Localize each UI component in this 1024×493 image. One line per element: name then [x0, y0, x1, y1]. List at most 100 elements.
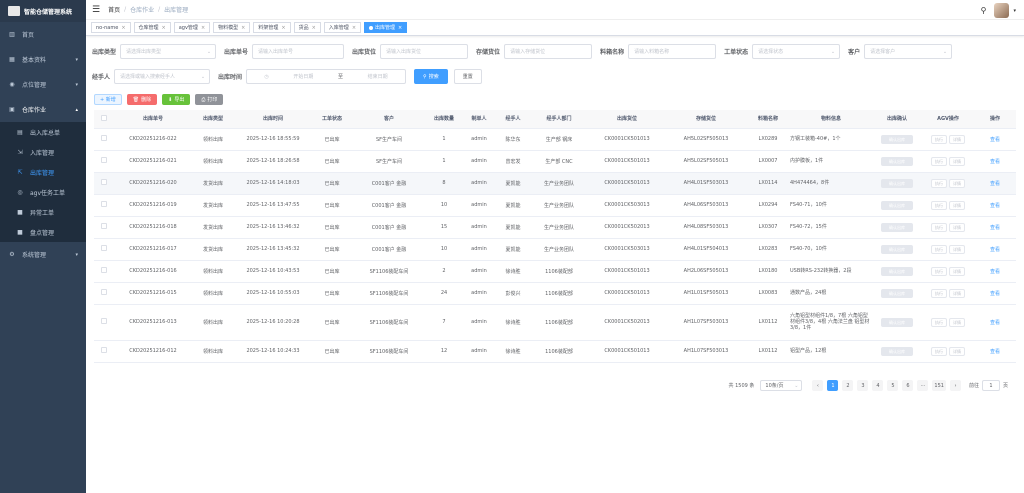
agv-exec-button[interactable]: 执行 — [931, 178, 947, 188]
table-row[interactable]: CKD20251216-016 领料出库 2025-12-16 10:43:53 已出… — [94, 260, 1016, 283]
confirm-out-button[interactable]: 确认出库 — [881, 317, 913, 327]
confirm-out-button[interactable]: 确认出库 — [881, 244, 913, 254]
tag-0[interactable]: no-name × — [91, 22, 131, 33]
row-checkbox[interactable] — [94, 172, 114, 195]
checkbox[interactable] — [101, 245, 107, 251]
header-checkbox[interactable] — [94, 110, 114, 129]
status-select[interactable]: 请选择状态 ⌄ — [752, 44, 841, 59]
row-checkbox[interactable] — [94, 282, 114, 305]
close-icon[interactable]: × — [281, 25, 285, 31]
view-link[interactable]: 查看 — [990, 291, 1000, 297]
customer-select[interactable]: 请选择客户 ⌄ — [864, 44, 953, 59]
page-button[interactable]: 5 — [887, 380, 899, 391]
table-row[interactable]: CKD20251216-022 领料出库 2025-12-16 18:55:59 已出… — [94, 128, 1016, 151]
close-icon[interactable]: × — [162, 25, 166, 31]
agv-detail-button[interactable]: 详情 — [949, 156, 965, 166]
checkbox[interactable] — [101, 347, 107, 353]
tag-5[interactable]: 货品 × — [293, 22, 321, 33]
view-link[interactable]: 查看 — [990, 137, 1000, 143]
tag-6[interactable]: 入库管理 × — [323, 22, 362, 33]
confirm-out-button[interactable]: 确认出库 — [881, 200, 913, 210]
table-row[interactable]: CKD20251216-021 领料出库 2025-12-16 18:26:58 已出… — [94, 150, 1016, 173]
page-size-select[interactable]: 10条/页 ⌄ — [760, 380, 803, 391]
sub-item-4[interactable]: ■ 异常工单 — [0, 202, 86, 222]
view-link[interactable]: 查看 — [990, 269, 1000, 275]
page-button[interactable]: 2 — [842, 380, 854, 391]
agv-exec-button[interactable]: 执行 — [931, 244, 947, 254]
confirm-out-button[interactable]: 确认出库 — [881, 346, 913, 356]
checkbox[interactable] — [101, 318, 107, 324]
confirm-out-button[interactable]: 确认出库 — [881, 156, 913, 166]
checkbox[interactable] — [101, 223, 107, 229]
checkbox[interactable] — [101, 267, 107, 273]
search-icon[interactable]: ⚲ — [981, 6, 987, 15]
sub-item-3[interactable]: ◎ agv任务工单 — [0, 182, 86, 202]
row-checkbox[interactable] — [94, 128, 114, 151]
page-button[interactable]: 1 — [827, 380, 839, 391]
view-link[interactable]: 查看 — [990, 349, 1000, 355]
handler-select[interactable]: 请选择或输入搜索经手人 ⌄ — [114, 69, 211, 84]
export-button[interactable]: ⬇ 导出 — [162, 94, 191, 105]
agv-exec-button[interactable]: 执行 — [931, 288, 947, 298]
page-button[interactable]: 6 — [902, 380, 914, 391]
agv-detail-button[interactable]: 详情 — [949, 288, 965, 298]
caret-down-icon[interactable]: ▾ — [1013, 8, 1016, 14]
search-button[interactable]: ⚲ 搜索 — [414, 69, 448, 84]
view-link[interactable]: 查看 — [990, 203, 1000, 209]
agv-detail-button[interactable]: 详情 — [949, 222, 965, 232]
reset-button[interactable]: 重置 — [453, 69, 482, 84]
table-row[interactable]: CKD20251216-017 发货出库 2025-12-16 13:45:32 已出… — [94, 238, 1016, 261]
page-button[interactable]: ··· — [917, 380, 929, 391]
menu-points[interactable]: ◉ 点位管理 ▾ — [0, 72, 86, 97]
confirm-out-button[interactable]: 确认出库 — [881, 288, 913, 298]
material-input[interactable]: 请输入料箱名称 — [628, 44, 717, 59]
menu-basic[interactable]: ▦ 基本资料 ▾ — [0, 47, 86, 72]
page-button[interactable]: 151 — [932, 380, 946, 391]
menu-sys[interactable]: ⚙ 系统管理 ▾ — [0, 242, 86, 267]
row-checkbox[interactable] — [94, 304, 114, 341]
view-link[interactable]: 查看 — [990, 159, 1000, 165]
close-icon[interactable]: × — [241, 25, 245, 31]
agv-exec-button[interactable]: 执行 — [931, 156, 947, 166]
agv-exec-button[interactable]: 执行 — [931, 222, 947, 232]
table-row[interactable]: CKD20251216-019 发货出库 2025-12-16 13:47:55 已出… — [94, 194, 1016, 217]
avatar[interactable] — [994, 3, 1010, 18]
page-button[interactable]: › — [949, 380, 961, 391]
table-row[interactable]: CKD20251216-013 领料出库 2025-12-16 10:20:28 已出… — [94, 304, 1016, 341]
page-button[interactable]: 4 — [872, 380, 884, 391]
out-no-input[interactable]: 请输入出库单号 — [252, 44, 345, 59]
view-link[interactable]: 查看 — [990, 225, 1000, 231]
agv-detail-button[interactable]: 详情 — [949, 244, 965, 254]
view-link[interactable]: 查看 — [990, 181, 1000, 187]
agv-exec-button[interactable]: 执行 — [931, 134, 947, 144]
table-row[interactable]: CKD20251216-020 发货出库 2025-12-16 14:18:03 已出… — [94, 172, 1016, 195]
out-type-select[interactable]: 请选择出库类型 ⌄ — [120, 44, 217, 59]
row-checkbox[interactable] — [94, 150, 114, 173]
goto-input[interactable]: 1 — [981, 380, 1000, 391]
row-checkbox[interactable] — [94, 194, 114, 217]
sub-item-5[interactable]: ■ 盘点管理 — [0, 222, 86, 242]
tag-4[interactable]: 料架管理 × — [253, 22, 291, 33]
agv-detail-button[interactable]: 详情 — [949, 266, 965, 276]
agv-detail-button[interactable]: 详情 — [949, 134, 965, 144]
sub-item-1[interactable]: ⇲ 入库管理 — [0, 142, 86, 162]
menu-home[interactable]: ▥ 首页 — [0, 22, 86, 47]
sub-item-0[interactable]: ▤ 出入库总单 — [0, 122, 86, 142]
tag-2[interactable]: agv管理 × — [173, 22, 211, 33]
print-button[interactable]: ⎙ 打印 — [195, 94, 224, 105]
confirm-out-button[interactable]: 确认出库 — [881, 222, 913, 232]
table-row[interactable]: CKD20251216-015 领料出库 2025-12-16 10:55:03 已出… — [94, 282, 1016, 305]
row-checkbox[interactable] — [94, 340, 114, 363]
agv-exec-button[interactable]: 执行 — [931, 200, 947, 210]
checkbox[interactable] — [101, 157, 107, 163]
sub-item-2[interactable]: ⇱ 出库管理 — [0, 162, 86, 182]
stock-loc-input[interactable]: 请输入存储货位 — [504, 44, 593, 59]
agv-exec-button[interactable]: 执行 — [931, 317, 947, 327]
view-link[interactable]: 查看 — [990, 247, 1000, 253]
agv-exec-button[interactable]: 执行 — [931, 346, 947, 356]
view-link[interactable]: 查看 — [990, 320, 1000, 326]
checkbox[interactable] — [101, 179, 107, 185]
tag-7[interactable]: 出库管理 × — [364, 22, 408, 33]
tag-1[interactable]: 仓库管理 × — [133, 22, 171, 33]
table-row[interactable]: CKD20251216-018 发货出库 2025-12-16 13:46:32 已出… — [94, 216, 1016, 239]
